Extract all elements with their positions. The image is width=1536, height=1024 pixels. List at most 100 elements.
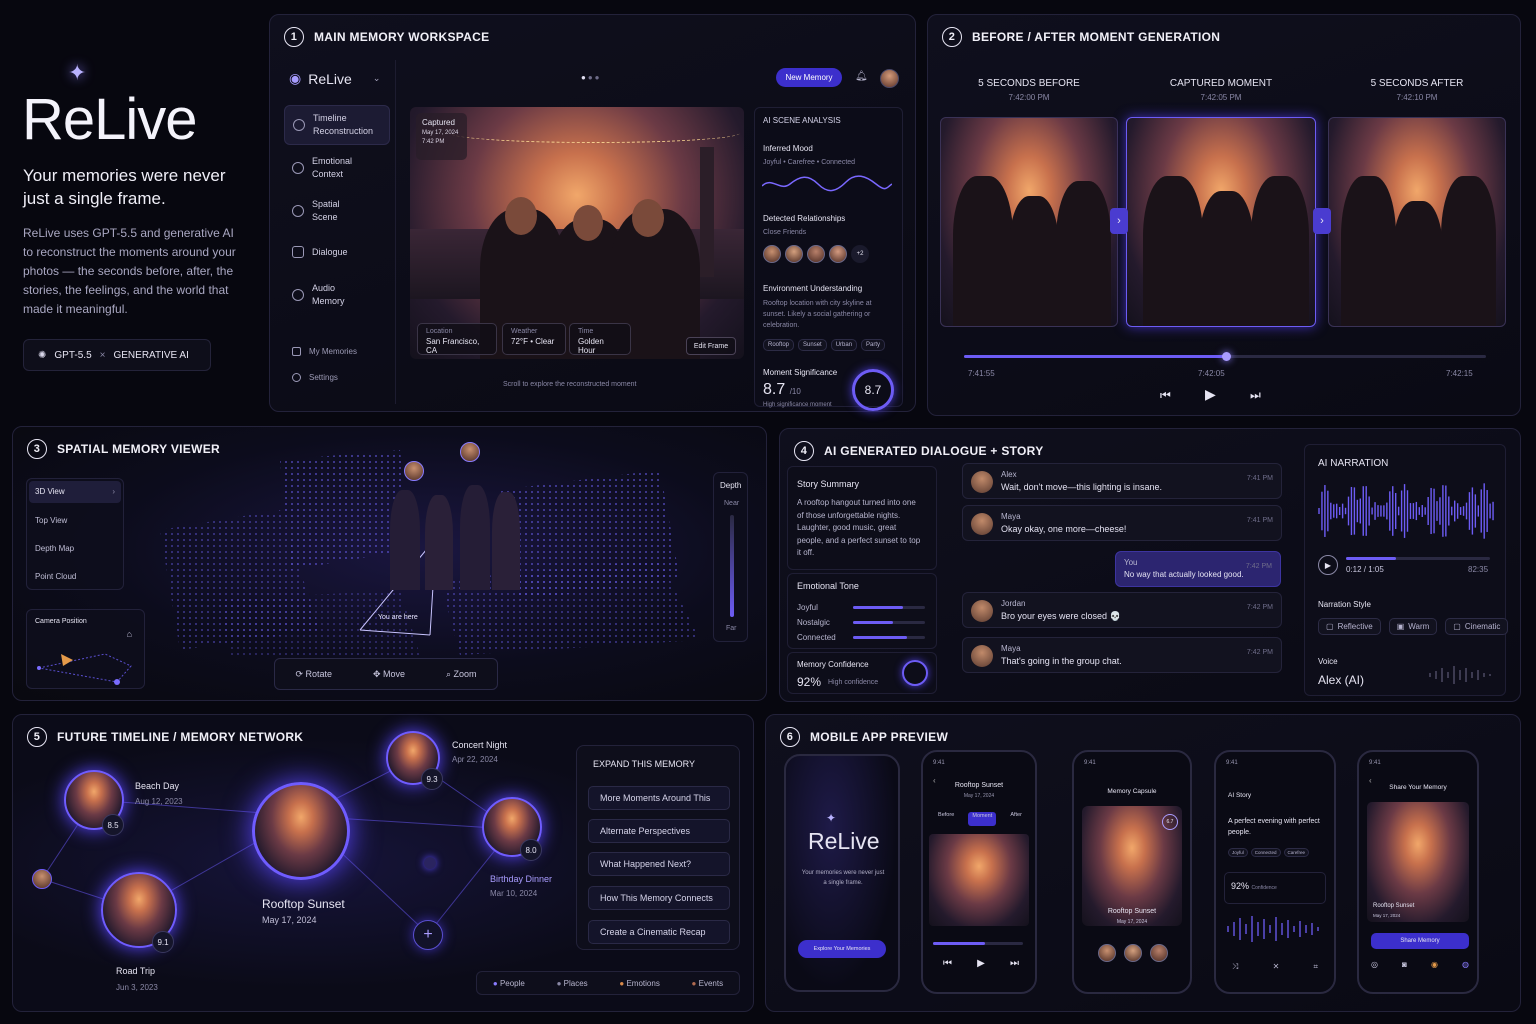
- significance-heading: Moment Significance: [763, 368, 838, 377]
- nav-my-memories[interactable]: My Memories: [284, 340, 390, 362]
- phone-share[interactable]: 9:41 ‹ Share Your Memory Rooftop Sunset …: [1357, 750, 1479, 994]
- close-icon[interactable]: ✕: [1273, 962, 1280, 972]
- explore-button[interactable]: Explore Your Memories: [798, 940, 886, 958]
- style-warm[interactable]: ▣ Warm: [1388, 618, 1438, 635]
- frame-before[interactable]: [940, 117, 1118, 327]
- tag[interactable]: Connected: [1250, 848, 1281, 857]
- depth-track[interactable]: [730, 515, 734, 617]
- share-memory-button[interactable]: Share Memory: [1371, 933, 1469, 949]
- tag[interactable]: Rooftop: [763, 339, 795, 351]
- play-icon[interactable]: ▶: [1205, 386, 1216, 403]
- view-pointcloud[interactable]: Point Cloud: [35, 572, 76, 581]
- chevron-down-icon[interactable]: ⌄: [373, 73, 381, 84]
- pager-dots[interactable]: ●●●: [581, 73, 602, 82]
- view-depth[interactable]: Depth Map: [35, 544, 74, 553]
- phone-scrubber[interactable]: [933, 942, 1023, 945]
- tab-moment[interactable]: Moment: [968, 812, 997, 826]
- avatar[interactable]: [880, 69, 899, 88]
- new-memory-button[interactable]: New Memory: [776, 68, 842, 87]
- zoom-button[interactable]: ⌕ Zoom: [446, 669, 477, 680]
- legend-people[interactable]: ● People: [493, 979, 525, 988]
- narration-progress[interactable]: [1346, 557, 1490, 560]
- tab-after[interactable]: After: [1010, 812, 1022, 826]
- col-time: 7:42:00 PM: [1008, 93, 1050, 102]
- chat-message[interactable]: Jordan Bro your eyes were closed 💀 7:42 PM: [962, 592, 1282, 628]
- grid-icon[interactable]: ⌗: [1313, 962, 1318, 972]
- tab-before[interactable]: Before: [938, 812, 954, 826]
- app-logo[interactable]: ◉ ReLive ⌄: [289, 70, 380, 87]
- frame-after[interactable]: [1328, 117, 1506, 327]
- gear-icon: [292, 372, 301, 382]
- legend-places[interactable]: ● Places: [557, 979, 588, 988]
- instagram-icon[interactable]: ◎: [1371, 960, 1378, 969]
- style-reflective[interactable]: ▢ Reflective: [1318, 618, 1381, 635]
- legend-events[interactable]: ● Events: [692, 979, 724, 988]
- expand-cinematic-recap[interactable]: Create a Cinematic Recap: [588, 920, 730, 944]
- phone-capsule[interactable]: 9:41 Memory Capsule 6.7 Rooftop Sunset M…: [1072, 750, 1192, 994]
- camera-position-card[interactable]: Camera Position ⌂: [26, 609, 145, 689]
- view-3d[interactable]: 3D View ›: [29, 481, 121, 503]
- play-icon[interactable]: ▶: [977, 958, 985, 969]
- shuffle-icon[interactable]: ⤨: [1232, 962, 1238, 972]
- phone-splash[interactable]: ✦ ReLive Your memories were never just a…: [784, 754, 900, 992]
- person: [425, 495, 453, 590]
- depth-slider[interactable]: Depth Near Far: [713, 472, 748, 642]
- tag[interactable]: Carefree: [1283, 848, 1310, 857]
- view-top[interactable]: Top View: [35, 516, 67, 525]
- phone-moment[interactable]: 9:41 ‹ Rooftop Sunset May 17, 2024 Befor…: [921, 750, 1037, 994]
- frame-captured[interactable]: [1126, 117, 1316, 327]
- logo-icon: ◉: [289, 70, 302, 86]
- rotate-button[interactable]: ⟳ Rotate: [295, 669, 332, 680]
- tag[interactable]: Sunset: [798, 339, 827, 351]
- narration-play-button[interactable]: ▶: [1318, 555, 1338, 575]
- bell-icon[interactable]: 🔔︎: [855, 71, 868, 82]
- string-lights: [450, 123, 740, 143]
- narration-waveform: [1318, 483, 1494, 539]
- tag[interactable]: Urban: [830, 339, 858, 351]
- node-name: Road Trip: [116, 966, 156, 976]
- chat-message[interactable]: Alex Wait, don't move—this lighting is in…: [962, 463, 1282, 499]
- chevron-right-icon[interactable]: ›: [1313, 208, 1331, 234]
- section-title: MOBILE APP PREVIEW: [810, 730, 949, 744]
- camera-icon[interactable]: ◙: [1402, 960, 1407, 969]
- nav-dialogue[interactable]: Dialogue: [284, 234, 390, 270]
- skip-forward-icon[interactable]: ⏭: [1250, 388, 1261, 403]
- chevron-right-icon[interactable]: ›: [1110, 208, 1128, 234]
- memory-node-rooftop-sunset[interactable]: [252, 782, 350, 880]
- chat-message-own[interactable]: You No way that actually looked good. 7:42…: [1115, 551, 1281, 587]
- message-text: Bro your eyes were closed 💀: [1001, 611, 1121, 621]
- tag[interactable]: Party: [861, 339, 886, 351]
- message-icon[interactable]: ◍: [1462, 960, 1469, 969]
- tag[interactable]: Joyful: [1228, 848, 1248, 857]
- snap-icon[interactable]: ◉: [1431, 960, 1438, 969]
- add-node-button[interactable]: +: [413, 920, 443, 950]
- move-button[interactable]: ✥ Move: [373, 669, 405, 680]
- avatar[interactable]: [404, 461, 424, 481]
- expand-more-moments[interactable]: More Moments Around This: [588, 786, 730, 810]
- scroll-hint: Scroll to explore the reconstructed mome…: [503, 381, 637, 388]
- expand-what-happened-next[interactable]: What Happened Next?: [588, 852, 730, 876]
- nav-timeline-reconstruction[interactable]: Timeline Reconstruction: [284, 105, 390, 145]
- skip-forward-icon[interactable]: ⏭: [1010, 958, 1019, 969]
- expand-alternate-perspectives[interactable]: Alternate Perspectives: [588, 819, 730, 843]
- status-time: 9:41: [1084, 760, 1096, 766]
- nav-settings[interactable]: Settings: [284, 366, 390, 388]
- avatar[interactable]: [32, 869, 52, 889]
- chat-message[interactable]: Maya Okay okay, one more—cheese! 7:41 PM: [962, 505, 1282, 541]
- edit-frame-button[interactable]: Edit Frame: [686, 337, 736, 355]
- nav-emotional-context[interactable]: Emotional Context: [284, 150, 390, 186]
- avatar[interactable]: [460, 442, 480, 462]
- voice-value[interactable]: Alex (AI): [1318, 673, 1364, 687]
- skip-back-icon[interactable]: ⏮: [943, 958, 952, 969]
- expand-how-connects[interactable]: How This Memory Connects: [588, 886, 730, 910]
- style-cinematic[interactable]: ▢ Cinematic: [1445, 618, 1509, 635]
- time-end: 7:42:15: [1446, 369, 1473, 378]
- phone-ai-story[interactable]: 9:41 AI Story A perfect evening with per…: [1214, 750, 1336, 994]
- skip-back-icon[interactable]: ⏮: [1160, 388, 1171, 403]
- chat-message[interactable]: Maya That's going in the group chat. 7:42 …: [962, 637, 1282, 673]
- nav-audio-memory[interactable]: Audio Memory: [284, 277, 390, 313]
- nav-spatial-scene[interactable]: Spatial Scene: [284, 193, 390, 229]
- app-name: ReLive: [308, 70, 352, 87]
- legend-emotions[interactable]: ● Emotions: [619, 979, 659, 988]
- scrubber-handle[interactable]: [1222, 352, 1231, 361]
